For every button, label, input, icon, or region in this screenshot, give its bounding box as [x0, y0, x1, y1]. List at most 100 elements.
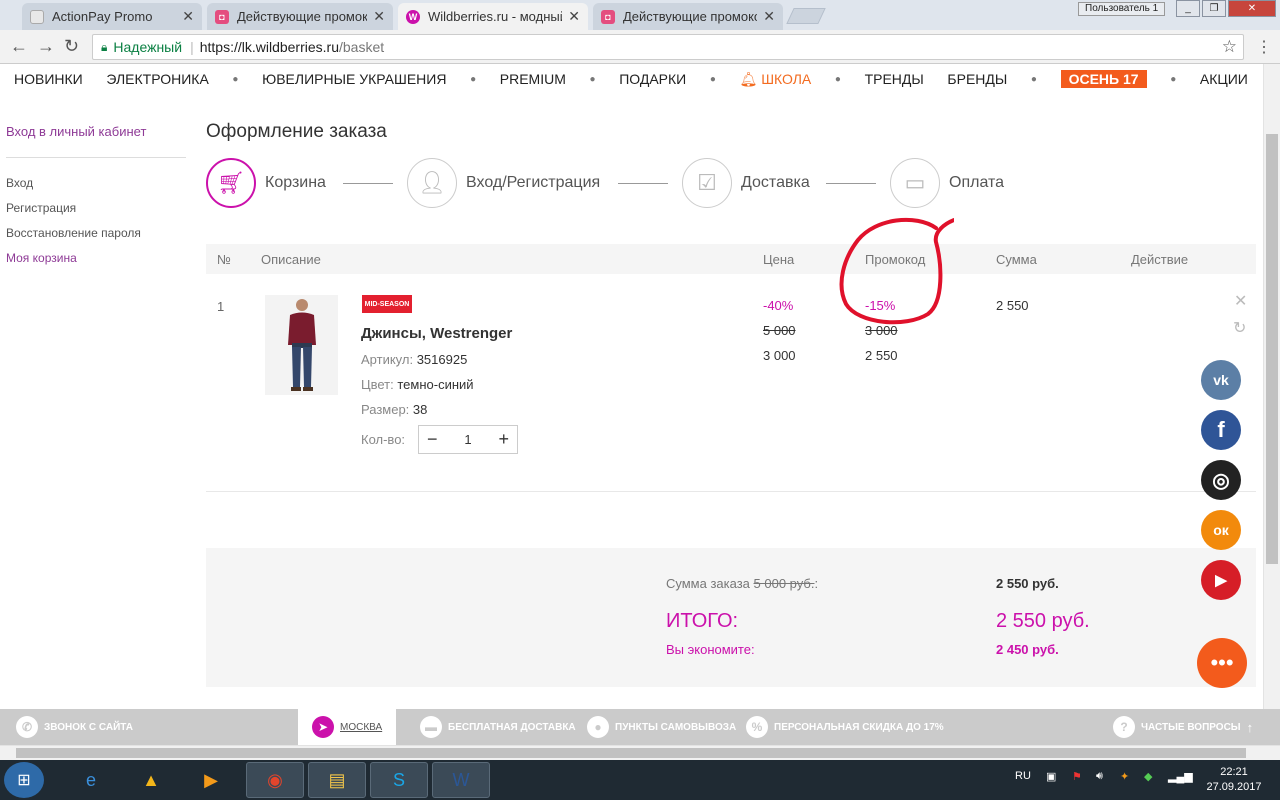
nav-item-trends[interactable]: ТРЕНДЫ — [865, 71, 924, 87]
faq-link[interactable]: ? ЧАСТЫЕ ВОПРОСЫ ↑ — [1113, 709, 1253, 745]
url-input[interactable]: 🔒︎ Надежный | https://lk.wildberries.ru /… — [92, 34, 1244, 60]
tray-network-icon[interactable]: ▣ — [1046, 770, 1056, 783]
sidebar-item-register[interactable]: Регистрация — [6, 201, 186, 215]
promo-new: 2 550 — [865, 348, 898, 363]
close-icon[interactable]: ✕ — [568, 8, 580, 25]
tray-signal-icon[interactable]: ▂▄▆ — [1168, 770, 1193, 783]
tray-volume-icon[interactable]: 🔊︎ — [1096, 770, 1103, 783]
word-icon[interactable]: W — [432, 762, 490, 798]
tab-title: Действующие промокод — [623, 9, 758, 24]
question-icon: ? — [1113, 716, 1135, 738]
nav-item-new[interactable]: НОВИНКИ — [14, 71, 83, 87]
system-clock[interactable]: 22:21 27.09.2017 — [1190, 765, 1278, 795]
product-name[interactable]: Джинсы, Westrenger — [361, 325, 512, 342]
scrollbar-thumb[interactable] — [1266, 134, 1278, 564]
close-icon[interactable]: ✕ — [763, 8, 775, 25]
nav-item-sales[interactable]: АКЦИИ — [1200, 71, 1248, 87]
user-profile-badge[interactable]: Пользователь 1 — [1078, 2, 1166, 16]
horizontal-scrollbar[interactable] — [0, 745, 1280, 760]
reload-icon[interactable]: ↻ — [64, 36, 79, 57]
chrome-icon[interactable]: ◉ — [246, 762, 304, 798]
nav-item-electronics[interactable]: ЭЛЕКТРОНИКА — [106, 71, 208, 87]
remove-icon[interactable]: ✕ — [1234, 291, 1247, 311]
divider: | — [190, 39, 194, 55]
forward-arrow-icon[interactable]: → — [37, 36, 55, 57]
tab-promocodes[interactable]: ◘ Действующие промокод ✕ — [207, 3, 393, 30]
nav-item-gifts[interactable]: ПОДАРКИ — [619, 71, 686, 87]
vertical-scrollbar[interactable] — [1263, 64, 1280, 710]
tray-app-icon[interactable]: ✦ — [1120, 770, 1129, 783]
savings-value: 2 450 руб. — [996, 642, 1059, 657]
url-path: /basket — [339, 39, 385, 55]
youtube-icon[interactable]: ▶ — [1201, 560, 1241, 600]
quantity-value[interactable]: 1 — [464, 432, 471, 447]
windows-taskbar: ⊞ e ▲ ▶ ◉ ▤ S W RU ▣ ⚑ 🔊︎ ✦ ◆ ▂▄▆ 22:21 … — [0, 760, 1280, 800]
tray-security-icon[interactable]: ◆ — [1144, 770, 1152, 783]
back-arrow-icon[interactable]: ← — [10, 36, 28, 57]
product-photo[interactable] — [265, 295, 338, 395]
media-player-icon[interactable]: ▶ — [182, 762, 240, 798]
clock-date: 27.09.2017 — [1206, 781, 1262, 793]
tab-promocodes-2[interactable]: ◘ Действующие промокод ✕ — [593, 3, 783, 30]
truck-icon: ▬ — [420, 716, 442, 738]
move-to-wishlist-icon[interactable]: ↻ — [1233, 318, 1246, 338]
close-icon[interactable]: ✕ — [373, 8, 385, 25]
location-arrow-icon: ➤ — [312, 716, 334, 738]
sidebar-item-login[interactable]: Вход — [6, 176, 186, 190]
aimp-icon[interactable]: ▲ — [122, 762, 180, 798]
instagram-icon[interactable]: ◎ — [1201, 460, 1241, 500]
city-selector[interactable]: ➤ МОСКВА — [298, 709, 397, 745]
vk-icon[interactable]: vk — [1201, 360, 1241, 400]
new-tab-button[interactable] — [786, 8, 826, 24]
personal-discount-link[interactable]: % ПЕРСОНАЛЬНАЯ СКИДКА ДО 17% — [746, 709, 944, 745]
phone-icon: ✆ — [16, 716, 38, 738]
nav-item-jewelry[interactable]: ЮВЕЛИРНЫЕ УКРАШЕНИЯ — [262, 71, 446, 87]
step-payment[interactable]: ▭ Оплата — [890, 158, 1004, 208]
facebook-icon[interactable]: f — [1201, 410, 1241, 450]
browser-menu-icon[interactable]: ⋮ — [1256, 37, 1272, 57]
nav-item-premium[interactable]: PREMIUM — [500, 71, 566, 87]
free-delivery-link[interactable]: ▬ БЕСПЛАТНАЯ ДОСТАВКА — [420, 709, 576, 745]
language-indicator[interactable]: RU — [1015, 770, 1031, 782]
step-delivery[interactable]: ☑ Доставка — [682, 158, 810, 208]
minimize-icon[interactable]: _ — [1176, 0, 1200, 17]
nav-item-school[interactable]: 🔔︎ ШКОЛА — [740, 71, 812, 88]
tray-flag-icon[interactable]: ⚑ — [1072, 770, 1082, 783]
windows-start-icon[interactable]: ⊞ — [4, 762, 44, 798]
nav-item-brands[interactable]: БРЕНДЫ — [947, 71, 1007, 87]
chat-bubble-icon[interactable]: ••• — [1197, 638, 1247, 688]
label-text: Сумма заказа — [666, 576, 750, 591]
divider — [6, 157, 186, 158]
step-login[interactable]: 👤︎ Вход/Регистрация — [407, 158, 600, 208]
callback-button[interactable]: ✆ ЗВОНОК С САЙТА — [16, 709, 133, 745]
scrollbar-thumb[interactable] — [16, 748, 1246, 758]
col-sum: Сумма — [996, 252, 1037, 267]
dot-separator: ● — [1170, 73, 1177, 85]
close-icon[interactable]: ✕ — [182, 8, 194, 25]
tab-wildberries[interactable]: W Wildberries.ru - модный ✕ — [398, 3, 588, 30]
table-row: 1 MID-SEASON Джинсы, Westrenger Артикул:… — [206, 280, 1256, 492]
nav-item-autumn[interactable]: ОСЕНЬ 17 — [1060, 70, 1147, 88]
window-close-icon[interactable]: ✕ — [1228, 0, 1276, 17]
tab-actionpay[interactable]: ActionPay Promo ✕ — [22, 3, 202, 30]
bookmark-star-icon[interactable]: ☆ — [1222, 37, 1237, 57]
step-cart[interactable]: 🛒︎ Корзина — [206, 158, 326, 208]
odnoklassniki-icon[interactable]: ок — [1201, 510, 1241, 550]
skype-icon[interactable]: S — [370, 762, 428, 798]
browser-tab-bar: ActionPay Promo ✕ ◘ Действующие промокод… — [0, 0, 1280, 30]
plus-button[interactable]: + — [498, 429, 509, 450]
maximize-icon[interactable]: ❐ — [1202, 0, 1226, 17]
old-sum: 5 000 руб. — [753, 576, 815, 591]
login-link[interactable]: Вход в личный кабинет — [6, 124, 186, 139]
file-explorer-icon[interactable]: ▤ — [308, 762, 366, 798]
col-description: Описание — [261, 252, 321, 267]
pickup-points-link[interactable]: ● ПУНКТЫ САМОВЫВОЗА — [587, 709, 736, 745]
step-connector — [618, 183, 668, 184]
sidebar-item-my-cart[interactable]: Моя корзина — [6, 251, 186, 265]
sidebar-item-restore-password[interactable]: Восстановление пароля — [6, 226, 186, 240]
bag-icon: ◘ — [215, 9, 229, 24]
internet-explorer-icon[interactable]: e — [62, 762, 120, 798]
minus-button[interactable]: − — [427, 429, 438, 450]
step-connector — [826, 183, 876, 184]
order-summary: Сумма заказа 5 000 руб.: 2 550 руб. ИТОГ… — [206, 548, 1256, 687]
